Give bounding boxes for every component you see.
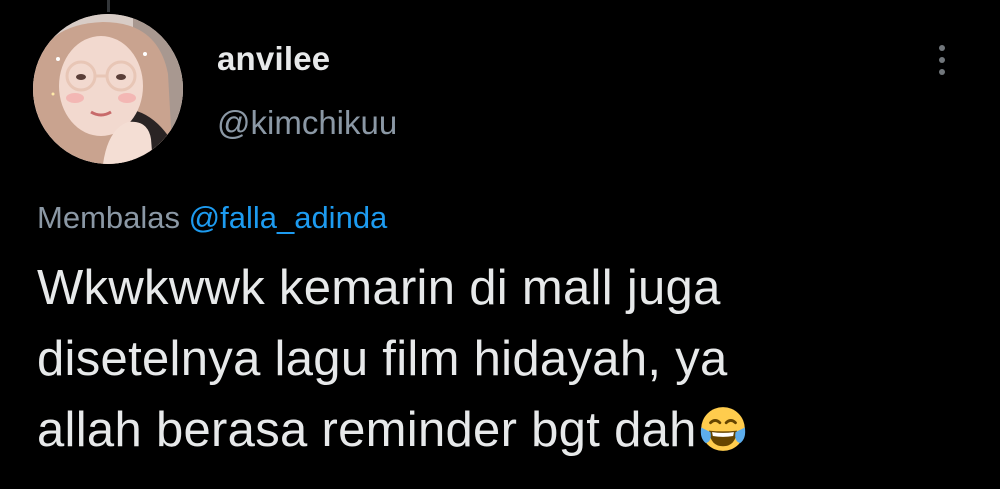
tweet-text-line: allah berasa reminder bgt dah — [37, 395, 937, 466]
reply-prefix: Membalas — [37, 200, 180, 235]
more-options-button[interactable] — [926, 38, 958, 82]
face-with-tears-of-joy-icon — [700, 407, 745, 451]
author-handle[interactable]: @kimchikuu — [217, 104, 397, 142]
avatar[interactable] — [33, 14, 183, 164]
more-vertical-icon — [939, 45, 945, 51]
reply-context: Membalas @falla_adinda — [37, 200, 387, 236]
tweet-text: Wkwkwwk kemarin di mall juga disetelnya … — [37, 253, 937, 466]
more-vertical-icon-dot — [939, 57, 945, 63]
author-display-name[interactable]: anvilee — [217, 40, 330, 78]
tweet-text-line-content: allah berasa reminder bgt dah — [37, 403, 697, 457]
more-vertical-icon-dot — [939, 69, 945, 75]
tweet-text-line: Wkwkwwk kemarin di mall juga — [37, 261, 721, 315]
tweet-text-line: disetelnya lagu film hidayah, ya — [37, 332, 728, 386]
thread-connector-line — [107, 0, 110, 12]
profile-avatar-image — [33, 14, 183, 164]
reply-mention-link[interactable]: @falla_adinda — [189, 200, 388, 235]
